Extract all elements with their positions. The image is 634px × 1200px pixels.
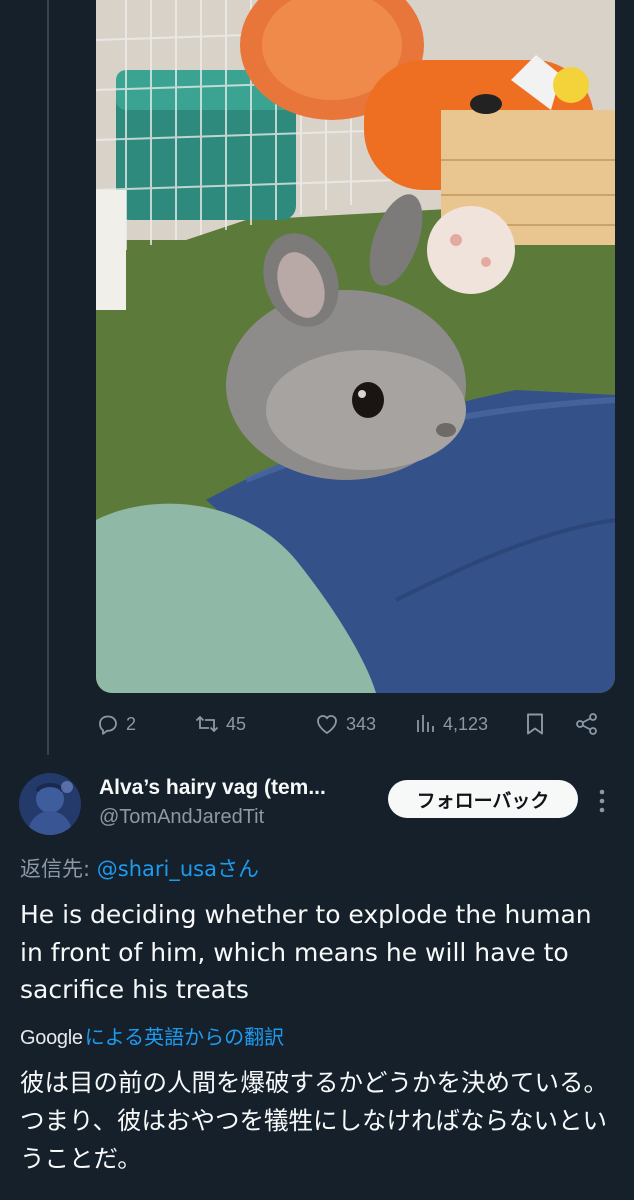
rabbit-photo-image (96, 0, 615, 693)
avatar-image (19, 773, 81, 835)
tweet-action-bar: 2 45 343 4,123 (96, 706, 615, 742)
reply-icon (99, 715, 117, 735)
reply-to-line: 返信先: @shari_usaさん (20, 853, 259, 883)
google-logo: Google (20, 1027, 83, 1049)
reply-count: 2 (126, 713, 137, 734)
like-button[interactable]: 343 (314, 706, 376, 742)
more-icon[interactable] (592, 787, 612, 815)
views-count: 4,123 (443, 713, 489, 734)
reply-to-mention[interactable]: @shari_usaさん (97, 857, 259, 881)
retweet-count: 45 (226, 713, 247, 734)
translation-link[interactable]: による英語からの翻訳 (85, 1021, 284, 1050)
like-count: 343 (346, 713, 377, 734)
translation-attribution: Google による英語からの翻訳 (20, 1021, 284, 1050)
heart-icon (317, 715, 337, 734)
bookmark-icon (527, 713, 543, 735)
translated-text: 彼は目の前の人間を爆破するかどうかを決めている。つまり、彼はおやつを犠牲にしなけ… (20, 1068, 608, 1173)
retweet-icon (195, 715, 219, 733)
avatar[interactable] (19, 773, 81, 835)
views-icon (417, 715, 434, 732)
bookmark-button[interactable] (524, 706, 546, 742)
share-icon (576, 713, 597, 735)
thread-line (47, 0, 49, 755)
retweet-button[interactable]: 45 (194, 706, 246, 742)
tweet-text: He is deciding whether to explode the hu… (20, 900, 592, 1004)
tweet-photo[interactable] (96, 0, 615, 693)
reply-to-label: 返信先: (20, 857, 97, 881)
share-button[interactable] (574, 706, 600, 742)
follow-back-button[interactable]: フォローバック (388, 780, 578, 818)
reply-button[interactable]: 2 (96, 706, 136, 742)
views-button[interactable]: 4,123 (415, 706, 488, 742)
author-display-name[interactable]: Alva’s hairy vag (tem... (99, 776, 326, 800)
author-handle[interactable]: @TomAndJaredTit (99, 806, 264, 829)
